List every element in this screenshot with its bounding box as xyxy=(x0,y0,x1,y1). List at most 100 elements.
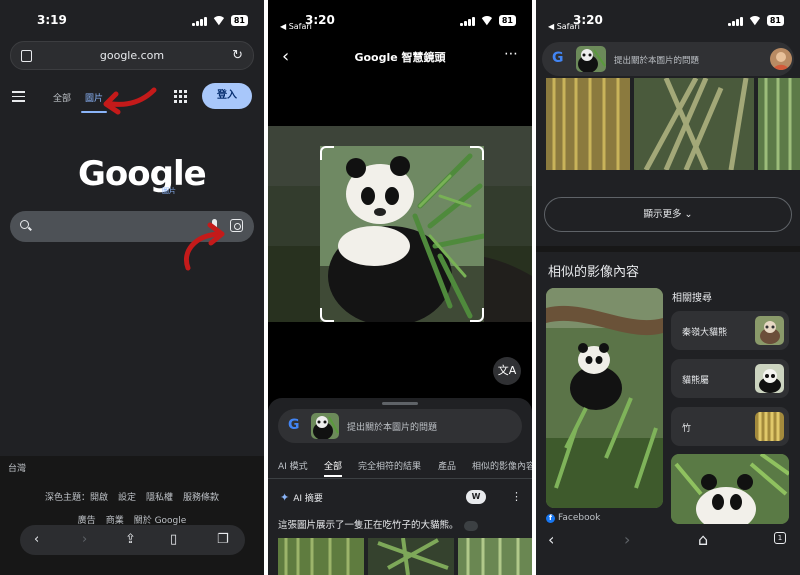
url-text[interactable]: google.com xyxy=(11,49,253,62)
tab-products[interactable]: 產品 xyxy=(438,459,456,472)
back-icon[interactable]: ‹ xyxy=(34,532,39,547)
bottom-navigation xyxy=(536,524,800,575)
ask-about-image-input[interactable]: G 提出關於本圖片的問題 xyxy=(542,42,794,76)
chevron-down-icon: ⌄ xyxy=(684,209,693,220)
query-thumbnail xyxy=(576,46,606,72)
tab-visual-matches[interactable]: 相似的影像內容 xyxy=(472,459,532,472)
panda-photo[interactable] xyxy=(268,126,532,322)
wifi-icon xyxy=(212,16,226,26)
address-bar[interactable]: google.com ↻ xyxy=(10,41,254,70)
battery-icon: 81 xyxy=(230,15,248,26)
related-thumbnail xyxy=(755,412,784,441)
region-label: 台灣 xyxy=(8,464,27,474)
related-search-chip[interactable]: 秦嶺大貓熊 xyxy=(671,311,789,350)
apps-grid-icon[interactable] xyxy=(174,90,187,103)
tab-all[interactable]: 全部 xyxy=(324,459,343,477)
ai-overview-text: 這張圖片展示了一隻正在吃竹子的大貓熊。 xyxy=(278,517,478,531)
crop-corner-top-right[interactable] xyxy=(470,146,484,160)
signal-icon xyxy=(191,16,207,26)
ask-about-image-input[interactable]: G 提出關於本圖片的問題 xyxy=(278,409,522,443)
related-search-label: 秦嶺大貓熊 xyxy=(682,328,728,338)
similar-image-result[interactable] xyxy=(546,288,663,508)
show-more-button[interactable]: 顯示更多 ⌄ xyxy=(544,197,792,232)
red-arrow-annotation xyxy=(103,87,157,115)
query-thumbnail xyxy=(311,413,339,439)
status-bar: 3:20 ◀ Safari 81 xyxy=(268,0,532,34)
footer-link-terms[interactable]: 服務條款 xyxy=(183,493,219,503)
signal-icon xyxy=(459,16,475,26)
similar-image-result[interactable] xyxy=(671,454,789,524)
more-options-icon[interactable]: ⋯ xyxy=(504,46,518,62)
translate-icon[interactable]: 文A xyxy=(493,357,521,385)
similar-images-title: 相似的影像內容 xyxy=(548,265,640,280)
crop-corner-bottom-left[interactable] xyxy=(320,308,334,322)
bamboo-thumbnails[interactable] xyxy=(278,538,532,575)
avatar[interactable] xyxy=(770,48,792,70)
tab-ai-mode[interactable]: AI 模式 xyxy=(278,459,308,472)
google-g-icon: G xyxy=(288,417,300,433)
panda-bamboo-image xyxy=(671,454,789,524)
crop-corner-top-left[interactable] xyxy=(320,146,334,160)
wifi-icon xyxy=(480,16,494,26)
wifi-icon xyxy=(748,16,762,26)
back-to-safari[interactable]: ◀ Safari xyxy=(548,22,580,31)
panda-tree-image xyxy=(546,288,663,508)
related-thumbnail xyxy=(755,364,784,393)
bookmarks-icon[interactable]: ▯ xyxy=(170,532,177,547)
status-bar: 3:20 ◀ Safari 81 xyxy=(536,0,800,34)
wikipedia-source-icon[interactable]: W xyxy=(466,490,486,504)
search-icon xyxy=(20,220,29,229)
google-g-icon: G xyxy=(552,50,564,66)
result-source[interactable]: f Facebook xyxy=(546,513,600,523)
result-tabs: AI 模式 全部 完全相符的結果 產品 相似的影像內容 xyxy=(268,459,532,479)
tab-all[interactable]: 全部 xyxy=(53,91,71,104)
crop-corner-bottom-right[interactable] xyxy=(470,308,484,322)
ask-placeholder: 提出關於本圖片的問題 xyxy=(614,56,700,66)
back-to-safari[interactable]: ◀ Safari xyxy=(280,22,312,31)
link-icon[interactable] xyxy=(463,520,478,531)
tab-exact-matches[interactable]: 完全相符的結果 xyxy=(358,459,421,472)
related-thumbnail xyxy=(755,316,784,345)
lens-header: ‹ Google 智慧鏡頭 ⋯ xyxy=(268,46,532,68)
back-icon[interactable]: ‹ xyxy=(548,530,554,549)
ask-placeholder: 提出關於本圖片的問題 xyxy=(347,423,438,433)
ai-overview-label: AI 摘要 xyxy=(293,494,323,504)
footer-link-settings[interactable]: 設定 xyxy=(118,493,136,503)
footer-link-dark-theme[interactable]: 深色主題：開啟 xyxy=(45,493,108,503)
menu-icon[interactable] xyxy=(12,91,25,105)
related-search-chip[interactable]: 貓熊屬 xyxy=(671,359,789,398)
source-label: Facebook xyxy=(558,513,601,523)
sign-in-button[interactable]: 登入 xyxy=(202,83,252,109)
footer-links-row1: 深色主題：開啟 設定 隱私權 服務條款 xyxy=(0,490,264,503)
sparkle-icon: ✦ xyxy=(280,491,290,504)
tab-count-icon[interactable]: 1 xyxy=(774,532,786,544)
panda-image xyxy=(320,146,484,322)
ai-overview-sentence: 這張圖片展示了一隻正在吃竹子的大貓熊。 xyxy=(278,520,459,531)
related-search-chip[interactable]: 竹 xyxy=(671,407,789,446)
phone-lens-results: 3:20 ◀ Safari 81 G 提出關於本圖片的問題 顯示更多 ⌄ 相似的… xyxy=(536,0,800,575)
battery-icon: 81 xyxy=(766,15,784,26)
signal-icon xyxy=(727,16,743,26)
share-icon[interactable]: ⇪ xyxy=(125,532,136,547)
forward-icon[interactable]: › xyxy=(624,530,630,549)
bamboo-results-grid[interactable] xyxy=(546,78,800,170)
google-logo: Google xyxy=(78,154,207,194)
facebook-icon: f xyxy=(546,514,555,523)
logo-subtitle: 圖片 xyxy=(162,187,176,195)
tabs-icon[interactable]: ❐ xyxy=(217,532,229,547)
safari-toolbar: ‹ › ⇪ ▯ ❐ xyxy=(20,525,245,555)
related-search-label: 竹 xyxy=(682,424,692,434)
selection-area[interactable] xyxy=(320,146,484,322)
ai-more-icon[interactable]: ⋮ xyxy=(511,490,522,503)
section-divider xyxy=(536,246,800,252)
home-icon[interactable]: ⌂ xyxy=(698,530,708,549)
phone-google-home: 3:19 81 google.com ↻ 全部 圖片 登入 Google 圖片 … xyxy=(0,0,264,575)
reload-icon[interactable]: ↻ xyxy=(232,48,243,63)
phone-google-lens: 3:20 ◀ Safari 81 ‹ Google 智慧鏡頭 ⋯ 文A G 提出… xyxy=(268,0,532,575)
sheet-handle[interactable] xyxy=(382,402,418,405)
status-time: 3:19 xyxy=(37,13,67,27)
forward-icon[interactable]: › xyxy=(82,532,87,547)
footer-link-privacy[interactable]: 隱私權 xyxy=(146,493,173,503)
page-title: Google 智慧鏡頭 xyxy=(354,51,446,64)
status-bar: 3:19 81 xyxy=(0,0,264,34)
